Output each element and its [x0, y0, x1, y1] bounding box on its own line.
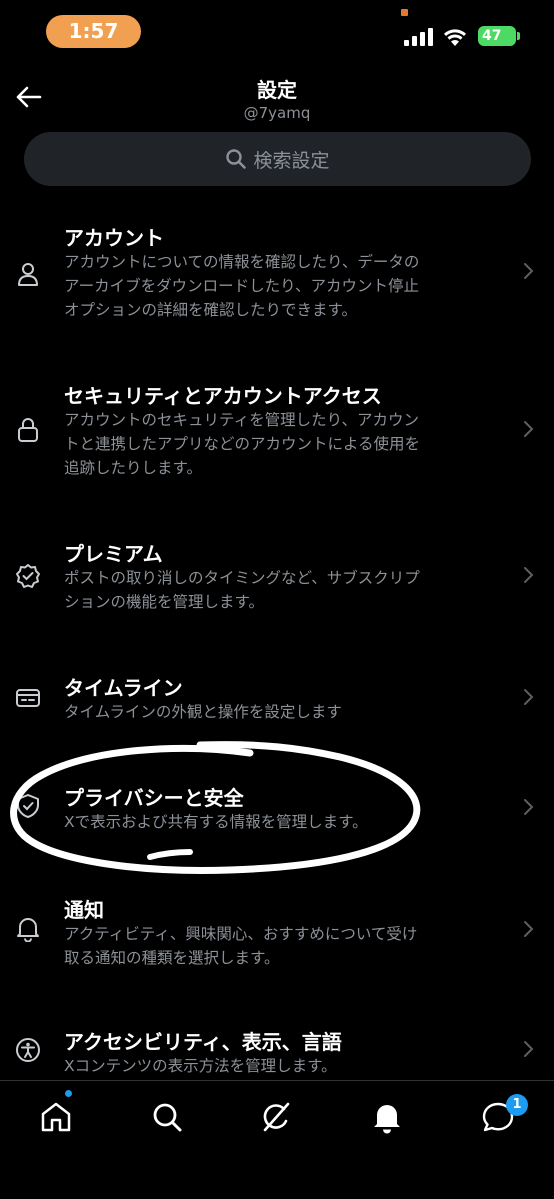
- search-placeholder: 検索設定: [253, 149, 330, 172]
- person-icon: [14, 260, 42, 288]
- description-line: アクティビティ、興味関心、おすすめについて受け: [64, 925, 418, 943]
- settings-item-title: プレミアム: [64, 542, 163, 566]
- settings-item-description: アカウントについての情報を確認したり、データの アーカイブをダウンロードしたり、…: [64, 250, 504, 322]
- timeline-icon: [14, 684, 42, 712]
- description-line: トと連携したアプリなどのアカウントによる使用を: [64, 435, 421, 453]
- settings-item-description: タイムラインの外観と操作を設定します: [64, 700, 504, 724]
- settings-item-security[interactable]: セキュリティとアカウントアクセス アカウントのセキュリティを管理したり、アカウン…: [0, 378, 554, 488]
- header: 設定 @7yamq: [0, 62, 554, 132]
- home-unread-dot: [65, 1090, 72, 1097]
- settings-item-accessibility[interactable]: アクセシビリティ、表示、言語 Xコンテンツの表示方法を管理します。: [0, 1024, 554, 1080]
- grok-icon: [263, 1102, 290, 1132]
- lock-icon: [14, 416, 42, 444]
- description-line: Xコンテンツの表示方法を管理します。: [64, 1057, 337, 1075]
- description-line: ションの機能を管理します。: [64, 593, 264, 611]
- settings-item-description: ポストの取り消しのタイミングなど、サブスクリプ ションの機能を管理します。: [64, 566, 504, 614]
- chevron-right-icon: [520, 418, 536, 440]
- description-line: アカウントについての情報を確認したり、データの: [64, 253, 420, 271]
- description-line: ポストの取り消しのタイミングなど、サブスクリプ: [64, 569, 420, 587]
- nav-grok[interactable]: [258, 1099, 294, 1135]
- accessibility-icon: [14, 1036, 42, 1064]
- bell-icon: [374, 1105, 400, 1134]
- chevron-right-icon: [520, 260, 536, 282]
- wifi-icon: [442, 25, 468, 47]
- settings-item-account[interactable]: アカウント アカウントについての情報を確認したり、データの アーカイブをダウンロ…: [0, 220, 554, 330]
- bell-icon: [14, 914, 42, 942]
- settings-item-privacy[interactable]: プライバシーと安全 Xで表示および共有する情報を管理します。: [0, 780, 554, 840]
- battery-icon: [517, 32, 520, 40]
- settings-item-title: セキュリティとアカウントアクセス: [64, 384, 382, 408]
- settings-item-title: タイムライン: [64, 676, 183, 700]
- search-icon: [153, 1103, 182, 1132]
- settings-item-title: 通知: [64, 898, 104, 922]
- search-settings-input[interactable]: 検索設定: [24, 132, 531, 186]
- description-line: タイムラインの外観と操作を設定します: [64, 703, 342, 721]
- status-bar: 1:57 47: [0, 0, 554, 62]
- settings-item-description: Xで表示および共有する情報を管理します。: [64, 810, 504, 834]
- account-handle: @7yamq: [243, 104, 311, 122]
- description-line: アーカイブをダウンロードしたり、アカウント停止: [64, 277, 419, 295]
- bottom-nav: [0, 1080, 554, 1199]
- settings-item-title: アクセシビリティ、表示、言語: [64, 1030, 342, 1054]
- verified-badge-icon: [14, 562, 42, 590]
- nav-notifications[interactable]: [369, 1099, 405, 1135]
- description-line: Xで表示および共有する情報を管理します。: [64, 813, 368, 831]
- settings-item-description: アクティビティ、興味関心、おすすめについて受け 取る通知の種類を選択します。: [64, 922, 504, 970]
- home-icon: [41, 1102, 71, 1132]
- nav-search[interactable]: [149, 1099, 185, 1135]
- chevron-right-icon: [520, 796, 536, 818]
- description-line: アカウントのセキュリティを管理したり、アカウン: [64, 411, 419, 429]
- page-title: 設定: [257, 78, 297, 102]
- settings-item-notifications[interactable]: 通知 アクティビティ、興味関心、おすすめについて受け 取る通知の種類を選択します…: [0, 892, 554, 976]
- settings-item-timeline[interactable]: タイムライン タイムラインの外観と操作を設定します: [0, 670, 554, 730]
- shield-icon: [14, 792, 42, 820]
- recording-indicator: [401, 9, 408, 16]
- settings-item-description: アカウントのセキュリティを管理したり、アカウン トと連携したアプリなどのアカウン…: [64, 408, 504, 480]
- chevron-right-icon: [520, 918, 536, 940]
- chevron-right-icon: [520, 1038, 536, 1060]
- chevron-right-icon: [520, 686, 536, 708]
- description-line: 追跡したりします。: [64, 459, 202, 477]
- status-time: 1:57: [46, 15, 141, 48]
- settings-item-title: アカウント: [64, 226, 164, 250]
- settings-item-title: プライバシーと安全: [64, 786, 244, 810]
- chevron-right-icon: [520, 564, 536, 586]
- battery-level: 47: [478, 26, 516, 46]
- settings-item-premium[interactable]: プレミアム ポストの取り消しのタイミングなど、サブスクリプ ションの機能を管理し…: [0, 536, 554, 620]
- settings-item-description: Xコンテンツの表示方法を管理します。: [64, 1054, 504, 1078]
- description-line: 取る通知の種類を選択します。: [64, 949, 280, 967]
- cellular-signal-icon: [404, 28, 434, 46]
- messages-badge: 1: [506, 1094, 528, 1116]
- nav-home[interactable]: [38, 1099, 74, 1135]
- description-line: オプションの詳細を確認したりできます。: [64, 301, 357, 319]
- search-icon: [226, 149, 247, 169]
